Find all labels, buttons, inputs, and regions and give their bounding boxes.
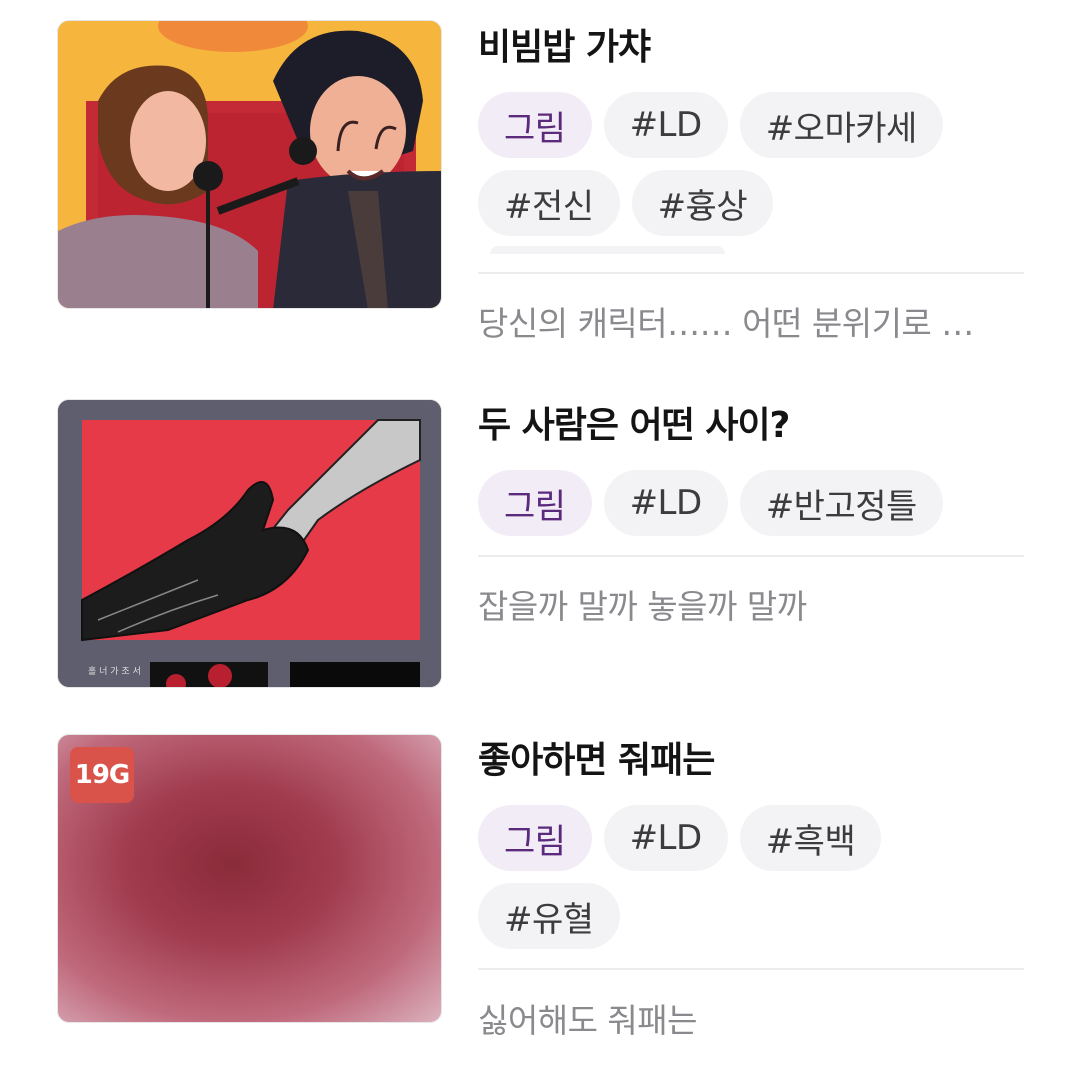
hashtag[interactable]: #흑백 (739, 805, 882, 871)
thumbnail-image[interactable]: 19G (57, 734, 442, 1023)
hashtag[interactable]: #전신 (478, 170, 620, 236)
genre-tag[interactable]: 그림 (478, 92, 592, 158)
item-description: 잡을까 말까 놓을까 말까 (478, 587, 807, 626)
item-description: 싫어해도 줘패는 (478, 1001, 698, 1040)
thumbnail-image[interactable]: 홀 너 가 조 서 (57, 399, 442, 688)
tag-list: 그림 #LD #반고정틀 (478, 470, 1024, 536)
item-description: 당신의 캐릭터…… 어떤 분위기로 … (478, 304, 974, 343)
hashtag[interactable]: #LD (603, 92, 728, 158)
hashtag[interactable]: #유혈 (478, 883, 620, 949)
thumbnail-image[interactable] (57, 20, 442, 309)
hashtag-overflow (490, 246, 725, 254)
svg-text:홀 너 가 조 서: 홀 너 가 조 서 (88, 665, 141, 677)
genre-tag[interactable]: 그림 (478, 470, 592, 536)
hashtag[interactable]: #LD (603, 805, 728, 871)
item-title[interactable]: 두 사람은 어떤 사이? (478, 402, 1024, 450)
artwork-singers (58, 21, 441, 308)
age-rating-badge: 19G (70, 747, 134, 803)
hashtag[interactable]: #흉상 (631, 170, 774, 236)
tag-list: 그림 #LD #흑백 #유혈 (478, 805, 1024, 949)
list-item[interactable]: 19G 좋아하면 줘패는 그림 #LD #흑백 #유혈 싫어해도 줘패는 (0, 715, 1080, 1080)
hashtag[interactable]: #반고정틀 (739, 470, 943, 536)
genre-tag[interactable]: 그림 (478, 805, 592, 871)
divider (478, 555, 1024, 557)
divider (478, 272, 1024, 274)
list-item[interactable]: 비빔밥 가챠 그림 #LD #오마카세 #전신 #흉상 당신의 캐릭터…… 어떤… (0, 0, 1080, 370)
hashtag[interactable]: #LD (603, 470, 728, 536)
item-title[interactable]: 좋아하면 줘패는 (478, 737, 1024, 785)
tag-list: 그림 #LD #오마카세 #전신 #흉상 (478, 92, 1024, 236)
artwork-hands: 홀 너 가 조 서 (58, 400, 441, 687)
item-title[interactable]: 비빔밥 가챠 (478, 24, 1024, 72)
divider (478, 968, 1024, 970)
hashtag[interactable]: #오마카세 (739, 92, 943, 158)
list-item[interactable]: 홀 너 가 조 서 두 사람은 어떤 사이? 그림 #LD #반고정틀 잡을까 … (0, 380, 1080, 710)
